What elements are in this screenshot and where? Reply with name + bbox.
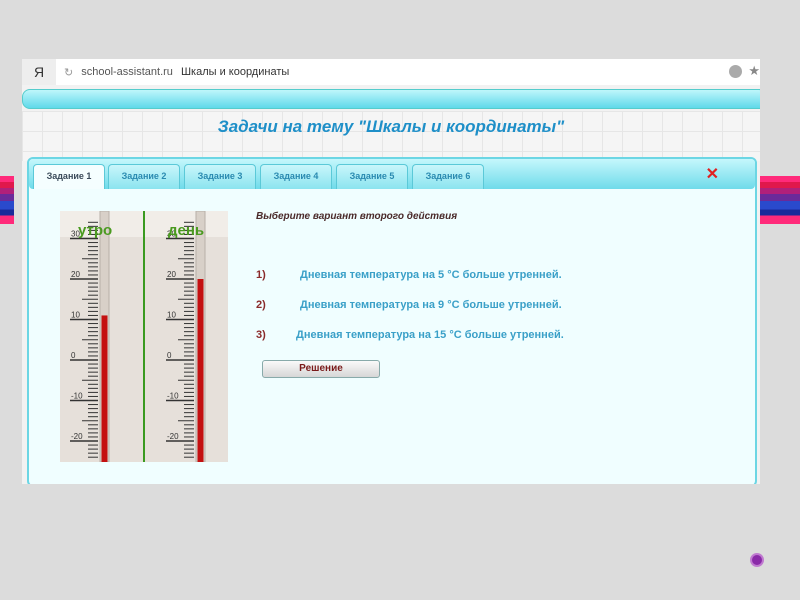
option-text: Дневная температура на 9 °С больше утрен… [300,299,562,311]
browser-logo: Я [22,59,56,85]
morning-mercury [101,315,108,462]
tab-task-3[interactable]: Задание 3 [184,164,256,189]
decorative-stripes-right [760,176,800,224]
option-text: Дневная температура на 15 °С больше утре… [296,329,564,341]
question-text: Выберите вариант второго действия [256,211,458,222]
tab-task-6[interactable]: Задание 6 [412,164,484,189]
top-bar [22,89,760,109]
option-text: Дневная температура на 5 °С больше утрен… [300,269,562,281]
option-number: 3) [256,329,266,341]
scale-label: -20 [71,432,83,441]
address-bar[interactable]: Я ↻ school-assistant.ru Шкалы и координа… [22,59,760,85]
tab-task-5[interactable]: Задание 5 [336,164,408,189]
tab-bar: Задание 1 Задание 2 Задание 3 Задание 4 … [29,159,755,189]
solve-button[interactable]: Решение [262,360,380,378]
tab-task-2[interactable]: Задание 2 [108,164,180,189]
option-number: 1) [256,269,266,281]
page-title-text: Шкалы и координаты [180,66,290,78]
tab-task-4[interactable]: Задание 4 [260,164,332,189]
scale-label: -10 [71,392,83,401]
thermometers-image: 3020100-10-203020100-10-20 утро день [60,211,228,462]
scale-label: 0 [71,351,76,360]
url-text[interactable]: school-assistant.ru [81,66,173,78]
reload-icon[interactable]: ↻ [64,66,73,79]
option-3[interactable]: 3) Дневная температура на 15 °С больше ут… [256,329,564,341]
tab-task-1[interactable]: Задание 1 [33,164,105,189]
option-1[interactable]: 1) Дневная температура на 5 °С больше утр… [256,269,562,281]
morning-label: утро [78,222,112,239]
globe-icon[interactable] [729,65,742,78]
day-mercury [197,279,204,462]
slide-nav-dot[interactable] [750,553,764,567]
scale-label: 20 [167,270,176,279]
close-icon[interactable]: ✕ [706,164,719,184]
scale-label: 20 [71,270,80,279]
option-number: 2) [256,299,266,311]
page-title: Задачи на тему "Шкалы и координаты" [217,117,565,136]
scale-label: 0 [167,351,172,360]
browser-screenshot: Я ↻ school-assistant.ru Шкалы и координа… [22,59,760,484]
decorative-stripes-left [0,176,14,224]
day-label: день [168,222,204,239]
star-icon[interactable]: ★ [748,63,760,79]
task-panel: Задание 1 Задание 2 Задание 3 Задание 4 … [27,157,757,484]
scale-label: 10 [167,311,176,320]
scale-label: 10 [71,311,80,320]
option-2[interactable]: 2) Дневная температура на 9 °С больше утр… [256,299,562,311]
scale-label: -20 [167,432,179,441]
scale-label: -10 [167,392,179,401]
